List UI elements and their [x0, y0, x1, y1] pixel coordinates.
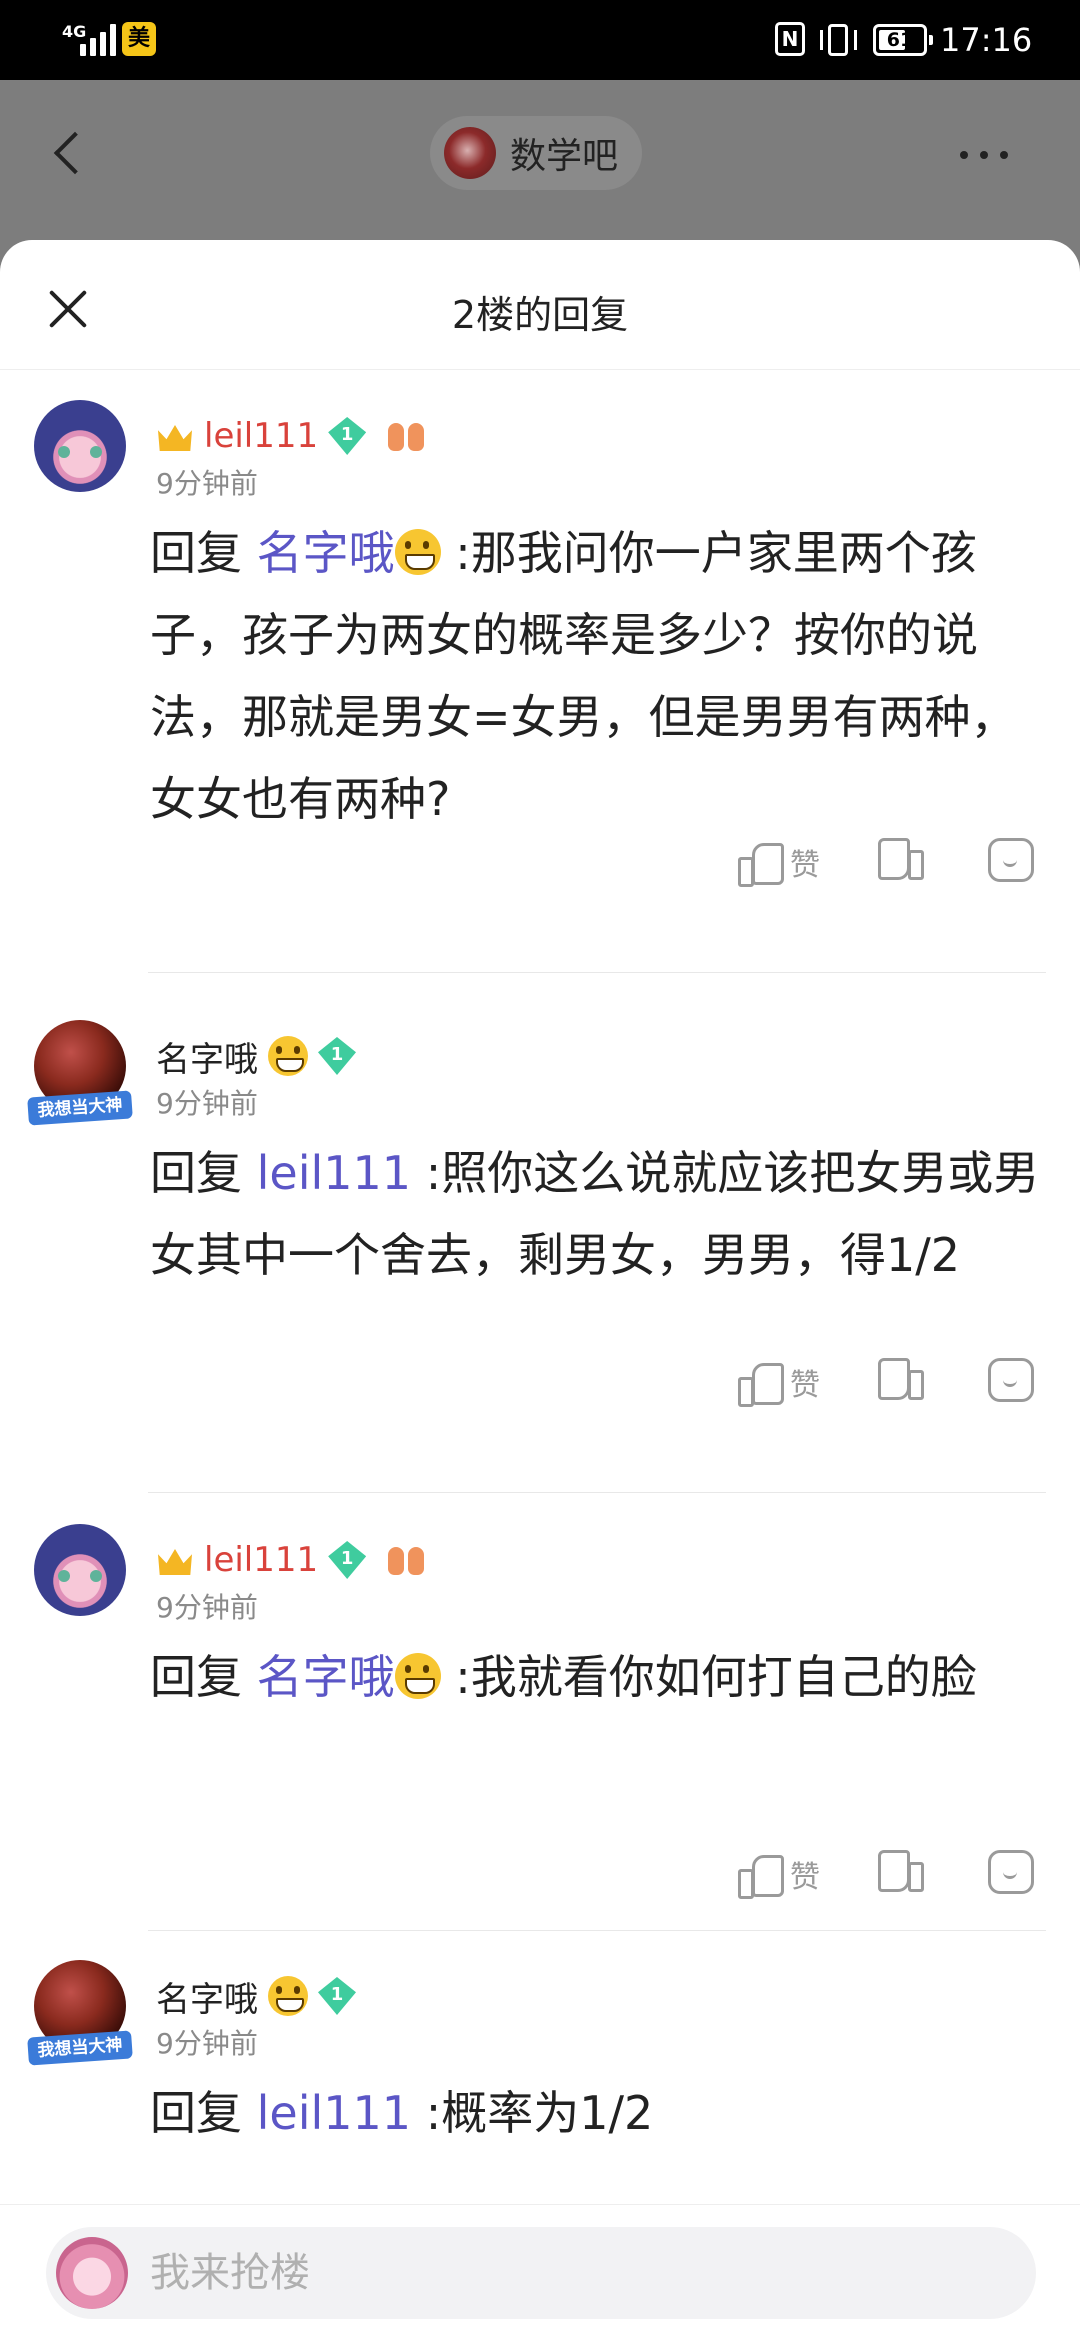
like-label: 赞 [790, 1860, 820, 1895]
level-badge-icon: 1 [318, 1977, 356, 2015]
reply-sheet: 2楼的回复 leil111 1 9分钟前 回复 名字哦 :那我问你一户家里两个孩… [0, 240, 1080, 2340]
comment-time: 9分钟前 [156, 2027, 258, 2060]
username[interactable]: leil111 [204, 1540, 318, 1580]
forum-chip[interactable]: 数学吧 [430, 116, 643, 190]
thumb-up-icon [736, 1851, 784, 1899]
reply-mention[interactable]: 名字哦 [257, 1650, 395, 1704]
thumb-up-icon [736, 839, 784, 887]
more-icon[interactable] [960, 140, 1030, 170]
nfc-icon: N [775, 22, 805, 56]
comment-body[interactable]: 回复 名字哦 :我就看你如何打自己的脸 [150, 1636, 1050, 1718]
comment-input-bar: 我来抢楼 [0, 2204, 1080, 2340]
comment-body[interactable]: 回复 leil111 :概率为1/2 [150, 2072, 1050, 2154]
like-button[interactable]: 赞 [736, 1844, 820, 1904]
signal-icon [80, 22, 116, 56]
reply-prefix: 回复 [150, 1146, 242, 1200]
sheet-title: 2楼的回复 [451, 293, 629, 337]
comment-actions: 赞 [0, 1844, 1080, 1904]
reply-mention[interactable]: leil111 [257, 1146, 411, 1200]
comment-time: 9分钟前 [156, 1087, 258, 1120]
grin-emoji-icon [394, 1653, 441, 1699]
divider [148, 972, 1046, 973]
divider [148, 1930, 1046, 1931]
reply-icon[interactable] [988, 1358, 1034, 1402]
like-button[interactable]: 赞 [736, 1352, 820, 1412]
reply-icon[interactable] [988, 1850, 1034, 1894]
crown-icon [156, 1543, 194, 1577]
reply-prefix: 回复 [150, 2086, 242, 2140]
page-header: 数学吧 [0, 80, 1080, 240]
grin-emoji-icon [394, 529, 441, 575]
level-badge-icon: 1 [328, 1541, 367, 1579]
divider [148, 1492, 1046, 1493]
status-bar: 4G 美 N 61 17:16 [0, 0, 1080, 80]
like-label: 赞 [790, 1368, 820, 1403]
thumb-down-icon[interactable] [880, 1850, 926, 1896]
username[interactable]: 名字哦 [156, 1032, 258, 1081]
user-row: leil111 1 [156, 1538, 426, 1582]
avatar-tag: 我想当大神 [27, 2030, 133, 2066]
forum-name: 数学吧 [510, 136, 619, 177]
comment-actions: 赞 [0, 1352, 1080, 1412]
reply-mention[interactable]: leil111 [257, 2086, 411, 2140]
avatar[interactable] [34, 400, 126, 492]
my-avatar [56, 2237, 128, 2309]
avatar[interactable] [34, 1524, 126, 1616]
username[interactable]: 名字哦 [156, 1972, 258, 2021]
thumb-up-icon [736, 1359, 784, 1407]
like-label: 赞 [790, 848, 820, 883]
vibrate-icon [818, 24, 858, 56]
reply-icon[interactable] [988, 838, 1034, 882]
level-badge-icon: 1 [318, 1037, 356, 1075]
carrier-badge: 美 [122, 22, 156, 56]
user-row: leil111 1 [156, 414, 426, 458]
comment-body[interactable]: 回复 名字哦 :那我问你一户家里两个孩子，孩子为两女的概率是多少？按你的说法，那… [150, 512, 1050, 840]
comment-actions: 赞 [0, 832, 1080, 892]
level-badge-icon: 1 [328, 417, 367, 455]
sheet-header: 2楼的回复 [0, 240, 1080, 370]
comment-text: :概率为1/2 [425, 2086, 654, 2140]
username[interactable]: leil111 [204, 416, 318, 456]
crown-icon [156, 419, 194, 453]
lung-icon [386, 419, 426, 453]
grin-emoji-icon [268, 1976, 308, 2016]
battery-level: 61 [886, 29, 914, 51]
comment-text: :我就看你如何打自己的脸 [455, 1650, 977, 1704]
reply-mention[interactable]: 名字哦 [257, 526, 395, 580]
grin-emoji-icon [268, 1036, 308, 1076]
clock: 17:16 [940, 21, 1033, 59]
comment-time: 9分钟前 [156, 467, 258, 500]
like-button[interactable]: 赞 [736, 832, 820, 892]
reply-prefix: 回复 [150, 526, 242, 580]
reply-prefix: 回复 [150, 1650, 242, 1704]
comment-body[interactable]: 回复 leil111 :照你这么说就应该把女男或男女其中一个舍去，剩男女，男男，… [150, 1132, 1050, 1296]
back-icon[interactable] [48, 122, 88, 182]
thumb-down-icon[interactable] [880, 1358, 926, 1404]
input-placeholder: 我来抢楼 [150, 2250, 310, 2296]
lung-icon [386, 1543, 426, 1577]
user-row: 名字哦 1 [156, 1972, 356, 2021]
thumb-down-icon[interactable] [880, 838, 926, 884]
battery-icon: 61 [873, 24, 933, 56]
comment-input[interactable]: 我来抢楼 [46, 2227, 1036, 2319]
avatar-tag: 我想当大神 [27, 1090, 133, 1126]
user-row: 名字哦 1 [156, 1032, 356, 1081]
comment-time: 9分钟前 [156, 1591, 258, 1624]
forum-logo [444, 127, 496, 179]
